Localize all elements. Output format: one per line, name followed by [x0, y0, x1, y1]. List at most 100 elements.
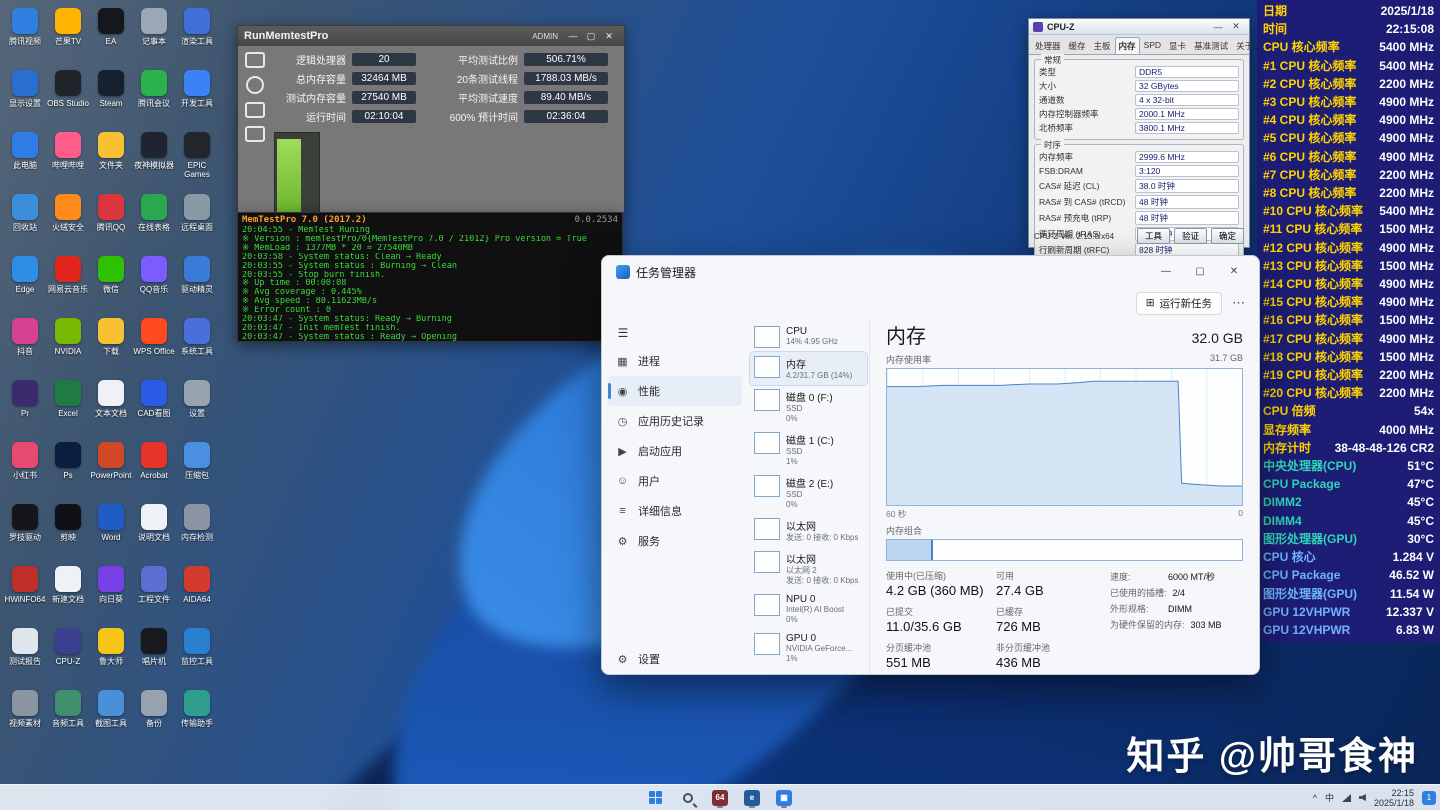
- performance-card[interactable]: 磁盘 0 (F:) SSD 0%: [750, 385, 867, 428]
- desktop-icon[interactable]: EPIC Games: [176, 128, 218, 190]
- nav-item[interactable]: ⚙ 服务: [608, 526, 742, 556]
- maximize-button[interactable]: ▢: [1183, 260, 1217, 284]
- desktop-icon[interactable]: 腾讯视频: [4, 4, 46, 66]
- desktop-icon[interactable]: 压缩包: [176, 438, 218, 500]
- desktop-icon[interactable]: Excel: [47, 376, 89, 438]
- close-button[interactable]: ✕: [1227, 21, 1245, 32]
- desktop-icon[interactable]: 传输助手: [176, 686, 218, 748]
- input-language-indicator[interactable]: 中: [1325, 791, 1334, 804]
- desktop-icon[interactable]: 微信: [90, 252, 132, 314]
- desktop-icon[interactable]: Ps: [47, 438, 89, 500]
- nav-item[interactable]: ◷ 应用历史记录: [608, 406, 742, 436]
- desktop-icon[interactable]: 此电脑: [4, 128, 46, 190]
- desktop-icon[interactable]: 音频工具: [47, 686, 89, 748]
- desktop-icon[interactable]: 唱片机: [133, 624, 175, 686]
- desktop-icon[interactable]: OBS Studio: [47, 66, 89, 128]
- maximize-button[interactable]: ▢: [582, 31, 600, 42]
- nav-item[interactable]: ≡ 详细信息: [608, 496, 742, 526]
- performance-card[interactable]: 以太网 以太网 2 发送: 0 接收: 0 Kbps: [750, 547, 867, 590]
- start-button[interactable]: [643, 787, 669, 809]
- desktop-icon[interactable]: PowerPoint: [90, 438, 132, 500]
- desktop-icon[interactable]: 文本文档: [90, 376, 132, 438]
- desktop-icon[interactable]: 在线表格: [133, 190, 175, 252]
- taskbar-app-browser[interactable]: e: [739, 787, 765, 809]
- performance-card[interactable]: GPU 0 NVIDIA GeForce... 1%: [750, 629, 867, 668]
- desktop-icon[interactable]: CPU-Z: [47, 624, 89, 686]
- performance-card[interactable]: 磁盘 2 (E:) SSD 0%: [750, 471, 867, 514]
- more-options-button[interactable]: ⋯: [1232, 295, 1245, 311]
- desktop-icon[interactable]: 向日葵: [90, 562, 132, 624]
- desktop-icon[interactable]: 火绒安全: [47, 190, 89, 252]
- taskmgr-titlebar[interactable]: 任务管理器 — ▢ ✕: [602, 256, 1259, 288]
- desktop-icon[interactable]: CAD看图: [133, 376, 175, 438]
- desktop-icon[interactable]: 网易云音乐: [47, 252, 89, 314]
- cpuz-tab[interactable]: 内存: [1115, 37, 1140, 54]
- performance-card[interactable]: NPU 0 Intel(R) AI Boost 0%: [750, 590, 867, 629]
- validate-button[interactable]: 验证: [1174, 228, 1207, 244]
- desktop-icon[interactable]: 监控工具: [176, 624, 218, 686]
- desktop-icon[interactable]: QQ音乐: [133, 252, 175, 314]
- desktop-icon[interactable]: 小红书: [4, 438, 46, 500]
- camera-icon[interactable]: [245, 126, 265, 142]
- taskbar-clock[interactable]: 22:15 2025/1/18: [1374, 788, 1414, 808]
- cpuz-tab[interactable]: 关于: [1232, 37, 1257, 54]
- desktop-icon[interactable]: 鲁大师: [90, 624, 132, 686]
- ok-button[interactable]: 确定: [1211, 228, 1244, 244]
- desktop-icon[interactable]: 夜神模拟器: [133, 128, 175, 190]
- nav-item[interactable]: ▶ 启动应用: [608, 436, 742, 466]
- desktop-icon[interactable]: HWiNFO64: [4, 562, 46, 624]
- nav-item[interactable]: ☺ 用户: [608, 466, 742, 496]
- desktop-icon[interactable]: 文件夹: [90, 128, 132, 190]
- cpuz-tab[interactable]: SPD: [1140, 37, 1165, 54]
- cpuz-titlebar[interactable]: CPU-Z — ✕: [1029, 19, 1249, 35]
- desktop-icon[interactable]: Edge: [4, 252, 46, 314]
- desktop-icon[interactable]: AIDA64: [176, 562, 218, 624]
- desktop-icon[interactable]: 芒果TV: [47, 4, 89, 66]
- desktop-icon[interactable]: 开发工具: [176, 66, 218, 128]
- desktop-icon[interactable]: Word: [90, 500, 132, 562]
- desktop-icon[interactable]: Steam: [90, 66, 132, 128]
- gear-icon[interactable]: [246, 76, 264, 94]
- desktop-icon[interactable]: 截图工具: [90, 686, 132, 748]
- desktop-icon[interactable]: NVIDIA: [47, 314, 89, 376]
- desktop-icon[interactable]: EA: [90, 4, 132, 66]
- desktop-icon[interactable]: Pr: [4, 376, 46, 438]
- cpuz-tab[interactable]: 显卡: [1165, 37, 1190, 54]
- desktop-icon[interactable]: WPS Office: [133, 314, 175, 376]
- nav-item-settings[interactable]: ⚙ 设置: [608, 644, 742, 674]
- minimize-button[interactable]: —: [564, 31, 582, 41]
- volume-icon[interactable]: [1359, 794, 1366, 801]
- tools-button[interactable]: 工具: [1137, 228, 1170, 244]
- run-new-task-button[interactable]: ⊞ 运行新任务: [1136, 292, 1222, 315]
- desktop-icon[interactable]: 哔哩哔哩: [47, 128, 89, 190]
- desktop-icon[interactable]: 抖音: [4, 314, 46, 376]
- desktop-icon[interactable]: 内存检测: [176, 500, 218, 562]
- desktop-icon[interactable]: 说明文档: [133, 500, 175, 562]
- close-button[interactable]: ✕: [1217, 260, 1251, 284]
- desktop-icon[interactable]: 新建文档: [47, 562, 89, 624]
- desktop-icon[interactable]: 驱动精灵: [176, 252, 218, 314]
- desktop-icon[interactable]: 视频素材: [4, 686, 46, 748]
- minimize-button[interactable]: —: [1209, 22, 1227, 32]
- network-icon[interactable]: [1342, 794, 1351, 802]
- desktop-icon[interactable]: 记事本: [133, 4, 175, 66]
- desktop-icon[interactable]: Acrobat: [133, 438, 175, 500]
- desktop-icon[interactable]: 下载: [90, 314, 132, 376]
- performance-card[interactable]: CPU 14% 4.95 GHz: [750, 322, 867, 352]
- desktop-icon[interactable]: 测试报告: [4, 624, 46, 686]
- nav-item[interactable]: ▦ 进程: [608, 346, 742, 376]
- desktop-icon[interactable]: 腾讯会议: [133, 66, 175, 128]
- search-button[interactable]: [675, 787, 701, 809]
- close-button[interactable]: ✕: [600, 31, 618, 42]
- monitor-icon[interactable]: [245, 52, 265, 68]
- cpuz-tab[interactable]: 主板: [1090, 37, 1115, 54]
- tray-overflow-chevron[interactable]: ^: [1313, 793, 1317, 803]
- notification-badge[interactable]: 1: [1422, 791, 1436, 805]
- minimize-button[interactable]: —: [1149, 260, 1183, 284]
- taskbar-app-cpuz[interactable]: 64: [707, 787, 733, 809]
- performance-card[interactable]: 磁盘 1 (C:) SSD 1%: [750, 428, 867, 471]
- performance-card[interactable]: 内存 4.2/31.7 GB (14%): [750, 352, 867, 385]
- clipboard-icon[interactable]: [245, 102, 265, 118]
- taskbar-app-taskmgr[interactable]: ▦: [771, 787, 797, 809]
- nav-item[interactable]: ◉ 性能: [608, 376, 742, 406]
